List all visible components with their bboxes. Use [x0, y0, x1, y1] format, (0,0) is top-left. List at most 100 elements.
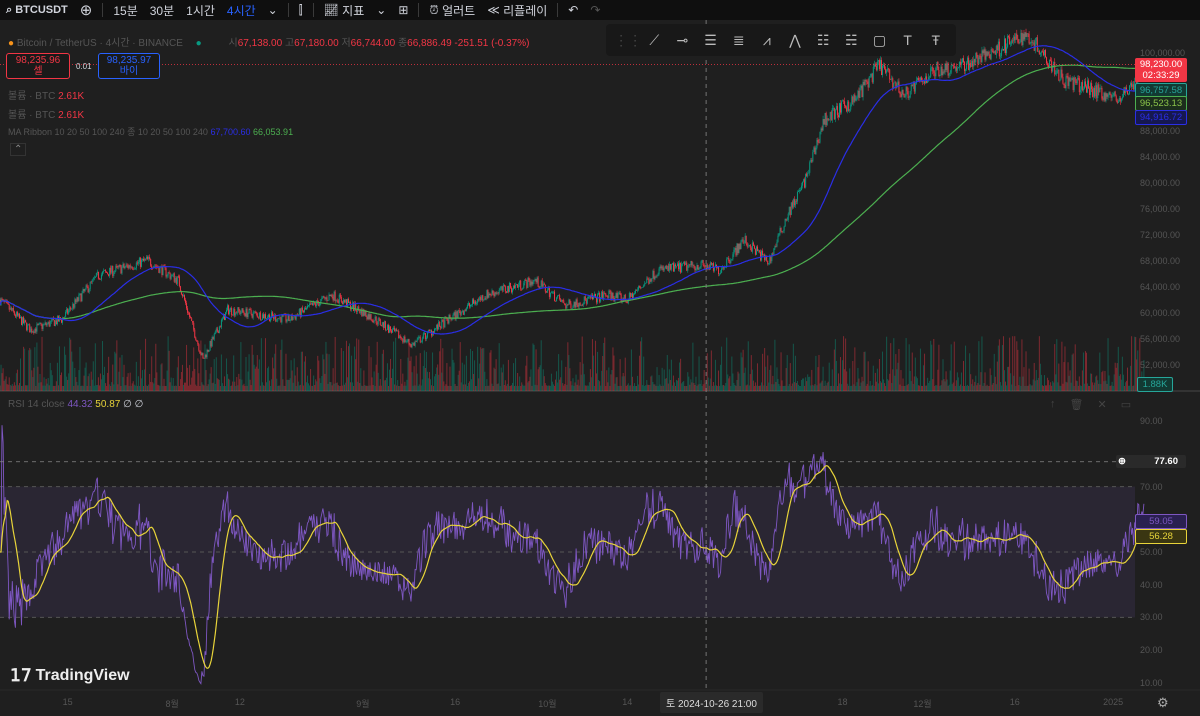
candle-body: [359, 310, 361, 314]
trash-icon[interactable]: 🗑︎: [1070, 398, 1084, 411]
compare-button[interactable]: ⊕: [74, 0, 99, 20]
volume-bar: [904, 385, 906, 391]
candle-body: [1007, 36, 1009, 48]
candle-body: [1132, 84, 1134, 87]
rectangle-icon[interactable]: ▢: [867, 32, 891, 49]
candle-body: [1074, 77, 1076, 82]
volume-bar: [1061, 341, 1063, 391]
symbol-search[interactable]: ⌕ BTCUSDT: [0, 0, 74, 20]
settings-icon[interactable]: ⚙︎: [1157, 695, 1169, 711]
candle-body: [415, 341, 417, 343]
volume-bar: [317, 355, 319, 391]
add-alert-icon[interactable]: ⊕: [1118, 456, 1126, 467]
candle-body: [1062, 77, 1064, 84]
volume-bar: [96, 384, 98, 391]
alert-button[interactable]: ⏰︎ 얼러트: [423, 0, 481, 20]
xabcd-pattern-icon[interactable]: ⩘: [755, 32, 779, 49]
volume-bar: [892, 369, 894, 391]
drag-handle-icon[interactable]: ⋮⋮: [614, 32, 642, 49]
trend-line-icon[interactable]: ⟋: [642, 32, 666, 49]
candle-body: [326, 297, 328, 301]
volume-bar: [976, 385, 978, 391]
close-icon[interactable]: ✕: [1097, 398, 1106, 411]
candle-body: [36, 324, 38, 332]
volume-bar: [399, 385, 401, 391]
candle-body: [1018, 42, 1020, 44]
volume-bar: [731, 356, 733, 391]
horizontal-ray-icon[interactable]: ⊸: [670, 32, 694, 49]
volume-bar: [84, 367, 86, 391]
undo-button[interactable]: ↶: [562, 0, 584, 20]
volume-bar: [960, 372, 962, 391]
volume-bar: [468, 381, 470, 391]
volume-bar: [753, 385, 755, 391]
replay-button[interactable]: ≪ 리플레이: [481, 0, 553, 20]
volume-bar: [359, 383, 361, 391]
volume-bar: [337, 385, 339, 391]
volume-bar: [364, 385, 366, 391]
long-position-icon[interactable]: ☷: [811, 32, 835, 49]
candle-body: [941, 66, 943, 76]
candle-body: [120, 265, 122, 274]
candle-body: [253, 311, 255, 313]
volume-bar: [212, 382, 214, 391]
volume-bar: [638, 384, 640, 391]
candle-body: [582, 303, 584, 306]
volume-bar: [924, 353, 926, 391]
volume-bar: [1013, 375, 1015, 391]
abcd-pattern-icon[interactable]: ⋀: [783, 32, 807, 49]
chart-type-button[interactable]: ⫿: [293, 0, 309, 20]
short-position-icon[interactable]: ☵: [839, 32, 863, 49]
candle-body: [228, 305, 230, 315]
volume-bar: [94, 343, 96, 391]
volume-bar: [331, 385, 333, 391]
candle-body: [316, 300, 318, 306]
candle-body: [515, 284, 517, 288]
candle-body: [477, 299, 479, 303]
redo-button[interactable]: ↷: [584, 0, 606, 20]
candle-body: [502, 284, 504, 291]
interval-30m[interactable]: 30분: [144, 0, 180, 20]
volume-bar: [490, 350, 492, 391]
maximize-icon[interactable]: ▭: [1121, 398, 1131, 411]
parallel-channel-icon[interactable]: ☰: [699, 32, 723, 49]
anchored-text-icon[interactable]: Ŧ: [924, 32, 948, 48]
volume-bar: [293, 358, 295, 391]
candle-body: [1014, 36, 1016, 40]
move-up-icon[interactable]: ↑: [1050, 398, 1056, 411]
candle-body: [213, 334, 215, 340]
layouts-button[interactable]: ⊞: [392, 0, 414, 20]
buy-button[interactable]: 98,235.97 바이: [98, 53, 160, 79]
sell-button[interactable]: 98,235.96 셀: [6, 53, 70, 79]
volume-bar: [836, 385, 838, 391]
indicators-dropdown[interactable]: ⌄: [370, 0, 392, 20]
candle-body: [312, 303, 314, 306]
text-icon[interactable]: T: [896, 32, 920, 48]
volume-bar: [141, 370, 143, 391]
volume-bar: [1088, 385, 1090, 391]
volume-bar: [1102, 370, 1104, 391]
candle-body: [292, 317, 294, 321]
candle-body: [2, 299, 4, 301]
candle-body: [525, 279, 527, 281]
interval-dropdown[interactable]: ⌄: [262, 0, 284, 20]
volume-bar: [351, 355, 353, 391]
volume-bar: [694, 384, 696, 391]
volume-bar: [423, 350, 425, 391]
interval-15m[interactable]: 15분: [107, 0, 143, 20]
candle-body: [1032, 42, 1034, 44]
fib-retracement-icon[interactable]: ≣: [727, 32, 751, 49]
interval-1h[interactable]: 1시간: [180, 0, 221, 20]
candle-body: [341, 301, 343, 305]
volume-bar: [334, 336, 336, 391]
indicators-button[interactable]: 📈︎ 지표: [318, 0, 371, 20]
volume-bar: [1084, 351, 1086, 391]
candle-body: [1022, 33, 1024, 45]
candle-body: [857, 90, 859, 98]
volume-bar: [22, 385, 24, 391]
volume-bar: [724, 385, 726, 391]
interval-4h[interactable]: 4시간: [221, 0, 262, 20]
candle-body: [112, 265, 114, 276]
collapse-legend-button[interactable]: ⌃: [10, 143, 27, 156]
candle-body: [804, 179, 806, 188]
